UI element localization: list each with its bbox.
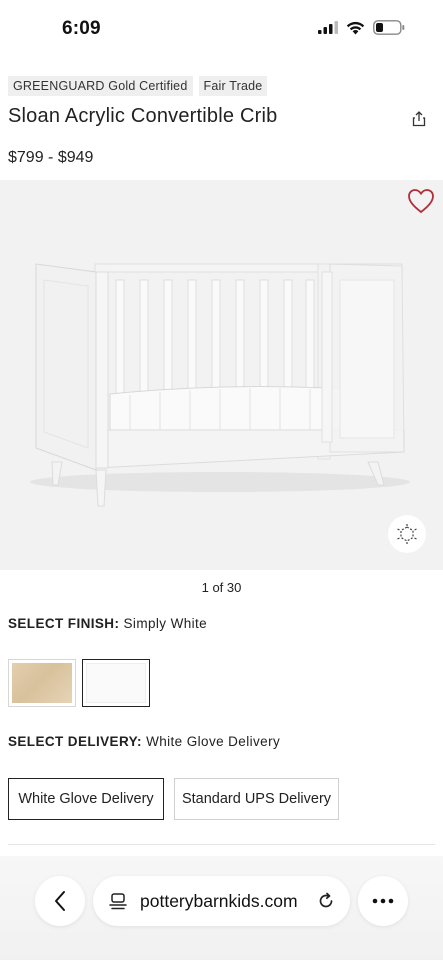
reload-icon[interactable] <box>316 891 336 911</box>
share-icon <box>412 111 426 127</box>
view-3d-button[interactable] <box>388 515 426 553</box>
status-time: 6:09 <box>62 18 101 39</box>
badge-fair-trade: Fair Trade <box>198 76 268 96</box>
badge-greenguard: GREENGUARD Gold Certified <box>8 76 193 96</box>
address-bar[interactable]: potterybarnkids.com <box>93 876 350 926</box>
product-image[interactable] <box>0 180 443 570</box>
3d-view-icon <box>397 524 417 544</box>
price-range: $799 - $949 <box>8 149 94 166</box>
more-icon <box>372 898 394 904</box>
back-button[interactable] <box>35 876 85 926</box>
share-button[interactable] <box>410 110 430 130</box>
finish-section-label: SELECT FINISH: Simply White <box>8 616 207 631</box>
delivery-value: White Glove Delivery <box>146 734 281 749</box>
divider <box>8 844 435 845</box>
finish-swatch-simply-white[interactable] <box>82 659 150 707</box>
more-button[interactable] <box>358 876 408 926</box>
status-icons <box>318 20 405 35</box>
favorite-button[interactable] <box>407 188 435 214</box>
wifi-icon <box>346 21 365 34</box>
delivery-option-white-glove[interactable]: White Glove Delivery <box>8 778 164 820</box>
battery-icon <box>373 20 405 35</box>
swatch-fill-white <box>86 663 146 703</box>
heart-icon <box>408 189 434 214</box>
swatch-fill-natural <box>12 663 72 703</box>
delivery-section-label: SELECT DELIVERY: White Glove Delivery <box>8 734 280 749</box>
finish-label: SELECT FINISH: <box>8 616 120 631</box>
status-bar: 6:09 <box>0 0 443 62</box>
tabs-icon <box>109 893 127 910</box>
crib-illustration <box>30 263 410 507</box>
delivery-label: SELECT DELIVERY: <box>8 734 142 749</box>
delivery-option-standard-ups[interactable]: Standard UPS Delivery <box>174 778 339 820</box>
cellular-signal-icon <box>318 21 338 34</box>
finish-value: Simply White <box>123 616 208 631</box>
url-text: potterybarnkids.com <box>140 891 298 911</box>
product-title: Sloan Acrylic Convertible Crib <box>8 105 278 127</box>
finish-swatch-natural[interactable] <box>8 659 76 707</box>
image-counter: 1 of 30 <box>201 580 242 595</box>
badges: GREENGUARD Gold Certified Fair Trade <box>8 76 268 96</box>
chevron-left-icon <box>55 891 65 911</box>
